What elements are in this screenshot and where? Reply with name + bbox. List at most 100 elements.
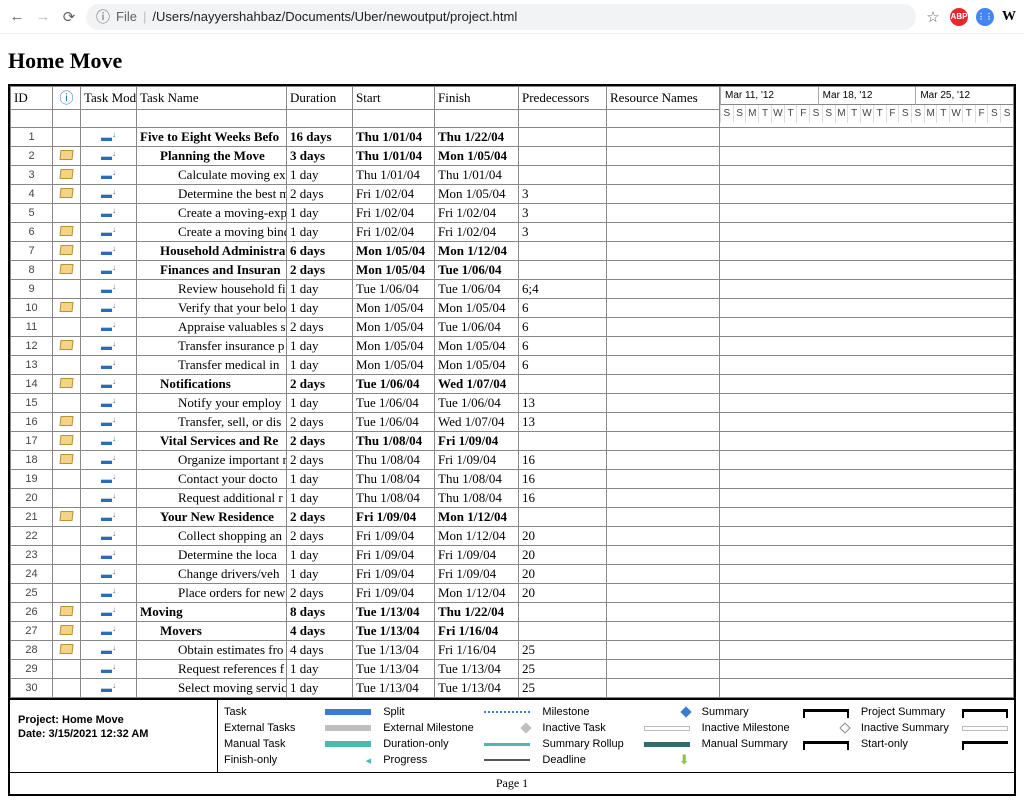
cell-name[interactable]: Determine the loca — [137, 546, 287, 565]
cell-start[interactable]: Tue 1/06/04 — [353, 394, 435, 413]
table-row[interactable]: 8Finances and Insuran2 daysMon 1/05/04Tu… — [11, 261, 1014, 280]
cell-resources[interactable] — [607, 147, 720, 166]
cell-predecessors[interactable]: 6 — [519, 318, 607, 337]
cell-duration[interactable]: 2 days — [287, 508, 353, 527]
cell-finish[interactable]: Thu 1/08/04 — [435, 470, 519, 489]
table-row[interactable]: 3Calculate moving exp1 dayThu 1/01/04Thu… — [11, 166, 1014, 185]
cell-duration[interactable]: 1 day — [287, 223, 353, 242]
col-id[interactable]: ID — [11, 87, 53, 110]
cell-start[interactable]: Fri 1/09/04 — [353, 565, 435, 584]
cell-name[interactable]: Vital Services and Re — [137, 432, 287, 451]
table-row[interactable]: 9Review household fin1 dayTue 1/06/04Tue… — [11, 280, 1014, 299]
reload-button[interactable]: ⟳ — [60, 8, 78, 26]
cell-name[interactable]: Household Administratio — [137, 242, 287, 261]
cell-name[interactable]: Obtain estimates fro — [137, 641, 287, 660]
cell-duration[interactable]: 4 days — [287, 641, 353, 660]
cell-finish[interactable]: Tue 1/06/04 — [435, 394, 519, 413]
table-row[interactable]: 22Collect shopping an2 daysFri 1/09/04Mo… — [11, 527, 1014, 546]
cell-finish[interactable]: Tue 1/13/04 — [435, 679, 519, 698]
cell-duration[interactable]: 2 days — [287, 432, 353, 451]
col-info[interactable]: ⓘ — [53, 87, 81, 110]
cell-predecessors[interactable]: 13 — [519, 394, 607, 413]
col-finish[interactable]: Finish — [435, 87, 519, 110]
cell-duration[interactable]: 1 day — [287, 299, 353, 318]
cell-start[interactable]: Fri 1/02/04 — [353, 185, 435, 204]
table-row[interactable]: 10Verify that your belo1 dayMon 1/05/04M… — [11, 299, 1014, 318]
cell-predecessors[interactable] — [519, 242, 607, 261]
extension-blue[interactable]: ⋮⋮ — [976, 8, 994, 26]
cell-name[interactable]: Notify your employ — [137, 394, 287, 413]
table-row[interactable]: 5Create a moving-expe1 dayFri 1/02/04Fri… — [11, 204, 1014, 223]
cell-duration[interactable]: 2 days — [287, 527, 353, 546]
cell-predecessors[interactable]: 3 — [519, 185, 607, 204]
cell-start[interactable]: Tue 1/06/04 — [353, 413, 435, 432]
cell-finish[interactable]: Fri 1/09/04 — [435, 432, 519, 451]
table-row[interactable]: 26Moving8 daysTue 1/13/04Thu 1/22/04 — [11, 603, 1014, 622]
table-row[interactable]: 1Five to Eight Weeks Befo16 daysThu 1/01… — [11, 128, 1014, 147]
cell-name[interactable]: Review household fin — [137, 280, 287, 299]
cell-predecessors[interactable]: 3 — [519, 204, 607, 223]
cell-predecessors[interactable] — [519, 375, 607, 394]
cell-resources[interactable] — [607, 641, 720, 660]
cell-name[interactable]: Determine the best m — [137, 185, 287, 204]
table-row[interactable]: 13Transfer medical in1 dayMon 1/05/04Mon… — [11, 356, 1014, 375]
cell-name[interactable]: Collect shopping an — [137, 527, 287, 546]
cell-duration[interactable]: 1 day — [287, 660, 353, 679]
cell-finish[interactable]: Fri 1/09/04 — [435, 546, 519, 565]
cell-start[interactable]: Tue 1/13/04 — [353, 679, 435, 698]
cell-finish[interactable]: Thu 1/22/04 — [435, 128, 519, 147]
cell-predecessors[interactable]: 6 — [519, 356, 607, 375]
cell-finish[interactable]: Mon 1/05/04 — [435, 337, 519, 356]
cell-duration[interactable]: 1 day — [287, 470, 353, 489]
cell-name[interactable]: Contact your docto — [137, 470, 287, 489]
cell-finish[interactable]: Mon 1/12/04 — [435, 527, 519, 546]
cell-finish[interactable]: Fri 1/16/04 — [435, 641, 519, 660]
back-button[interactable]: ← — [8, 8, 26, 26]
cell-resources[interactable] — [607, 375, 720, 394]
extension-w[interactable]: W — [1002, 9, 1016, 25]
cell-finish[interactable]: Mon 1/12/04 — [435, 242, 519, 261]
cell-finish[interactable]: Thu 1/01/04 — [435, 166, 519, 185]
cell-duration[interactable]: 2 days — [287, 318, 353, 337]
table-row[interactable]: 11Appraise valuables s2 daysMon 1/05/04T… — [11, 318, 1014, 337]
cell-name[interactable]: Place orders for new — [137, 584, 287, 603]
cell-resources[interactable] — [607, 565, 720, 584]
cell-resources[interactable] — [607, 508, 720, 527]
cell-predecessors[interactable]: 25 — [519, 641, 607, 660]
col-name[interactable]: Task Name — [137, 87, 287, 110]
cell-start[interactable]: Thu 1/01/04 — [353, 166, 435, 185]
table-row[interactable]: 30Select moving servic1 dayTue 1/13/04Tu… — [11, 679, 1014, 698]
cell-duration[interactable]: 3 days — [287, 147, 353, 166]
cell-name[interactable]: Organize important r — [137, 451, 287, 470]
cell-start[interactable]: Fri 1/09/04 — [353, 508, 435, 527]
cell-duration[interactable]: 1 day — [287, 280, 353, 299]
cell-duration[interactable]: 1 day — [287, 204, 353, 223]
cell-resources[interactable] — [607, 128, 720, 147]
cell-finish[interactable]: Wed 1/07/04 — [435, 413, 519, 432]
cell-predecessors[interactable]: 20 — [519, 565, 607, 584]
cell-duration[interactable]: 1 day — [287, 565, 353, 584]
table-row[interactable]: 6Create a moving bind1 dayFri 1/02/04Fri… — [11, 223, 1014, 242]
cell-duration[interactable]: 1 day — [287, 546, 353, 565]
cell-name[interactable]: Movers — [137, 622, 287, 641]
cell-resources[interactable] — [607, 546, 720, 565]
cell-predecessors[interactable] — [519, 261, 607, 280]
cell-predecessors[interactable] — [519, 622, 607, 641]
cell-predecessors[interactable] — [519, 508, 607, 527]
cell-name[interactable]: Appraise valuables s — [137, 318, 287, 337]
cell-resources[interactable] — [607, 280, 720, 299]
cell-finish[interactable]: Tue 1/06/04 — [435, 280, 519, 299]
cell-start[interactable]: Fri 1/02/04 — [353, 204, 435, 223]
table-row[interactable]: 17Vital Services and Re2 daysThu 1/08/04… — [11, 432, 1014, 451]
table-row[interactable]: 21Your New Residence2 daysFri 1/09/04Mon… — [11, 508, 1014, 527]
cell-name[interactable]: Select moving servic — [137, 679, 287, 698]
cell-start[interactable]: Fri 1/09/04 — [353, 527, 435, 546]
cell-finish[interactable]: Fri 1/02/04 — [435, 223, 519, 242]
col-resources[interactable]: Resource Names — [607, 87, 720, 110]
cell-resources[interactable] — [607, 679, 720, 698]
cell-name[interactable]: Change drivers/veh — [137, 565, 287, 584]
cell-resources[interactable] — [607, 432, 720, 451]
cell-name[interactable]: Request references f — [137, 660, 287, 679]
table-row[interactable]: 15Notify your employ1 dayTue 1/06/04Tue … — [11, 394, 1014, 413]
cell-start[interactable]: Thu 1/01/04 — [353, 128, 435, 147]
